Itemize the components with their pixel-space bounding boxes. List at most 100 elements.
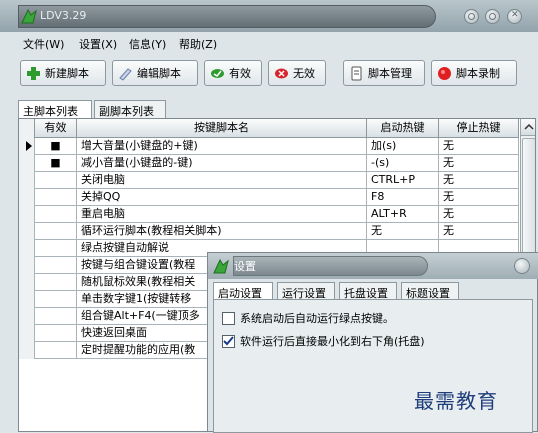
cell-valid [35, 342, 77, 359]
tab-title-settings[interactable]: 标题设置 [401, 282, 459, 300]
cell-valid [35, 206, 77, 223]
record-icon [438, 66, 451, 80]
title-bar[interactable]: LDV3.29 ✕ [0, 0, 538, 32]
cell-start-hotkey: ALT+R [367, 206, 439, 223]
cell-stop-hotkey: 无 [439, 223, 519, 240]
tab-run-settings[interactable]: 运行设置 [277, 282, 335, 300]
disable-label: 无效 [293, 67, 315, 80]
cell-stop-hotkey: 无 [439, 138, 519, 155]
cell-valid [35, 240, 77, 257]
new-script-button[interactable]: 新建脚本 [20, 60, 106, 86]
cell-stop-hotkey: 无 [439, 189, 519, 206]
row-header [19, 223, 35, 240]
cell-start-hotkey: 加(s) [367, 138, 439, 155]
table-row[interactable]: 关闭电脑 CTRL+P 无 [19, 172, 519, 189]
row-header [19, 342, 35, 359]
cell-valid [35, 172, 77, 189]
enable-icon [211, 68, 224, 78]
col-name[interactable]: 按键脚本名 [77, 119, 367, 138]
table-row[interactable]: ■ 增大音量(小键盘的+键) 加(s) 无 [19, 138, 519, 155]
row-header [19, 291, 35, 308]
cell-valid [35, 274, 77, 291]
tab-tray-settings[interactable]: 托盘设置 [339, 282, 397, 300]
menu-info[interactable]: 信息(Y) [129, 36, 166, 52]
row-header [19, 155, 35, 172]
row-header [19, 172, 35, 189]
disable-icon [275, 68, 288, 78]
table-row[interactable]: 关掉QQ F8 无 [19, 189, 519, 206]
enable-button[interactable]: 有效 [204, 60, 262, 86]
manage-icon [351, 66, 362, 80]
cell-stop-hotkey: 无 [439, 206, 519, 223]
enable-label: 有效 [229, 67, 251, 80]
chevron-up-icon [524, 123, 534, 130]
dialog-title: 设置 [234, 260, 256, 273]
toolbar: 新建脚本 编辑脚本 有效 无效 脚本管理 脚本录制 [0, 56, 538, 92]
disable-button[interactable]: 无效 [268, 60, 326, 86]
window-title: LDV3.29 [40, 9, 87, 22]
row-header-corner [19, 119, 35, 138]
edit-script-button[interactable]: 编辑脚本 [112, 60, 198, 86]
main-window: LDV3.29 ✕ 文件(W) 设置(X) 信息(Y) 帮助(Z) 新建脚本 编… [0, 0, 538, 433]
cell-start-hotkey: F8 [367, 189, 439, 206]
table-row[interactable]: 重启电脑 ALT+R 无 [19, 206, 519, 223]
cell-valid: ■ [35, 155, 77, 172]
row-header [19, 325, 35, 342]
maximize-button[interactable] [485, 9, 500, 24]
table-row[interactable]: ■ 减小音量(小键盘的-键) -(s) 无 [19, 155, 519, 172]
dialog-close-button[interactable] [514, 258, 530, 274]
autorun-checkbox[interactable] [222, 311, 235, 325]
col-start-hotkey[interactable]: 启动热键 [367, 119, 439, 138]
row-header [19, 308, 35, 325]
menu-bar: 文件(W) 设置(X) 信息(Y) 帮助(Z) [0, 32, 538, 54]
cell-name: 增大音量(小键盘的+键) [77, 138, 367, 155]
option-minimize-tray[interactable]: 软件运行后直接最小化到右下角(托盘) [222, 333, 425, 349]
close-button[interactable]: ✕ [507, 9, 522, 24]
app-logo-icon [21, 8, 37, 24]
cell-name: 减小音量(小键盘的-键) [77, 155, 367, 172]
dialog-title-pill [233, 256, 428, 276]
minimize-tray-checkbox[interactable] [222, 334, 235, 348]
cell-valid [35, 308, 77, 325]
record-script-button[interactable]: 脚本录制 [431, 60, 517, 86]
col-valid[interactable]: 有效 [35, 119, 77, 138]
cell-valid [35, 189, 77, 206]
cell-stop-hotkey: 无 [439, 155, 519, 172]
cell-valid [35, 223, 77, 240]
option-autorun[interactable]: 系统启动后自动运行绿点按键。 [222, 310, 394, 326]
edit-script-label: 编辑脚本 [137, 67, 181, 80]
edit-script-icon [119, 67, 132, 81]
checkmark-icon [223, 335, 234, 345]
scroll-up-button[interactable] [521, 119, 535, 136]
cell-start-hotkey: CTRL+P [367, 172, 439, 189]
cell-valid [35, 325, 77, 342]
tab-sub-scripts[interactable]: 副脚本列表 [94, 100, 166, 118]
dialog-title-bar[interactable]: 设置 [208, 253, 538, 279]
menu-help[interactable]: 帮助(Z) [179, 36, 217, 52]
cell-valid: ■ [35, 138, 77, 155]
cell-name: 关闭电脑 [77, 172, 367, 189]
current-row-pointer-icon [26, 141, 32, 151]
row-header [19, 206, 35, 223]
tab-main-scripts[interactable]: 主脚本列表 [18, 100, 92, 119]
menu-file[interactable]: 文件(W) [23, 36, 64, 52]
menu-settings[interactable]: 设置(X) [79, 36, 117, 52]
new-script-label: 新建脚本 [45, 67, 89, 80]
cell-name: 重启电脑 [77, 206, 367, 223]
record-label: 脚本录制 [456, 67, 500, 80]
table-header: 有效 按键脚本名 启动热键 停止热键 [19, 119, 519, 138]
col-stop-hotkey[interactable]: 停止热键 [439, 119, 519, 138]
cell-name: 循环运行脚本(教程相关脚本) [77, 223, 367, 240]
cell-start-hotkey: 无 [367, 223, 439, 240]
table-row[interactable]: 循环运行脚本(教程相关脚本) 无无 [19, 223, 519, 240]
row-header [19, 274, 35, 291]
new-script-icon [27, 66, 40, 80]
row-header [19, 138, 35, 155]
row-header [19, 189, 35, 206]
manage-label: 脚本管理 [368, 67, 412, 80]
manage-script-button[interactable]: 脚本管理 [343, 60, 425, 86]
minimize-button[interactable] [464, 9, 479, 24]
minimize-tray-label: 软件运行后直接最小化到右下角(托盘) [240, 335, 425, 348]
dialog-logo-icon [213, 258, 229, 274]
cell-start-hotkey: -(s) [367, 155, 439, 172]
